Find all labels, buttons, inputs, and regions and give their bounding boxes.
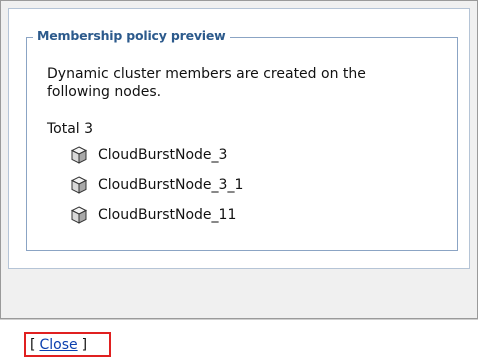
description-text: Dynamic cluster members are created on t… (47, 66, 366, 100)
node-name: CloudBurstNode_3 (98, 147, 228, 163)
total-count: Total 3 (47, 121, 94, 137)
panel-divider (0, 319, 478, 320)
node-item: CloudBurstNode_3_1 (70, 174, 243, 196)
node-cube-icon (70, 146, 88, 164)
fieldset-legend: Membership policy preview (33, 28, 230, 44)
node-name: CloudBurstNode_3_1 (98, 177, 244, 193)
close-link-highlight: [ Close ] (24, 332, 111, 357)
open-bracket: [ (30, 336, 36, 353)
node-item: CloudBurstNode_11 (70, 204, 236, 226)
node-cube-icon (70, 206, 88, 224)
close-bracket: ] (81, 336, 88, 353)
node-cube-icon (70, 176, 88, 194)
close-link[interactable]: Close (39, 337, 77, 353)
node-item: CloudBurstNode_3 (70, 144, 227, 166)
node-name: CloudBurstNode_11 (98, 207, 237, 223)
